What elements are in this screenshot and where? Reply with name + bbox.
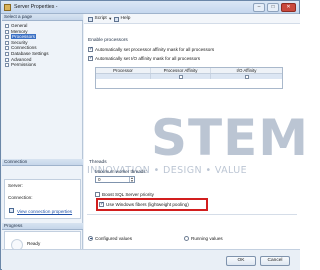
grid-header-io-affinity[interactable]: I/O Affinity (211, 68, 282, 73)
page-icon (5, 35, 9, 40)
title-bar[interactable]: Server Properties - – □ ✕ (1, 1, 299, 14)
boost-priority-label: Boost SQL Server priority (102, 191, 154, 197)
page-item-label: Memory (11, 28, 28, 34)
help-icon (114, 16, 119, 22)
max-worker-threads-stepper[interactable]: 0 ▲ ▼ (95, 176, 135, 183)
page-icon (5, 46, 9, 51)
separator (87, 214, 297, 215)
auto-io-mask-label: Automatically set I/O affinity mask for … (95, 55, 201, 61)
connection-panel: Server: Connection: View connection prop… (4, 179, 81, 219)
page-item-label: Database Settings (11, 50, 49, 56)
page-icon (5, 24, 9, 28)
processor-affinity-grid[interactable]: Processor Processor Affinity I/O Affinit… (95, 67, 283, 89)
page-icon (5, 51, 9, 56)
connection-properties-icon (9, 208, 14, 213)
enable-processors-label: Enable processors (88, 38, 128, 43)
running-values-radio[interactable] (184, 235, 189, 241)
table-row[interactable] (96, 74, 282, 79)
running-values-label: Running values (191, 235, 223, 241)
auto-io-mask-checkbox[interactable] (88, 55, 93, 61)
close-button[interactable]: ✕ (281, 3, 296, 12)
script-button[interactable]: Script ▼ (88, 16, 112, 22)
minimize-button[interactable]: – (253, 3, 265, 12)
toolbar: Script ▼ Help (84, 14, 300, 24)
cancel-button[interactable]: Cancel (260, 256, 290, 266)
main-pane: Script ▼ Help Enable processors Automati… (84, 14, 300, 270)
page-icon (5, 63, 9, 68)
grid-cell-processor (96, 74, 151, 79)
dialog-footer: OK Cancel (2, 249, 300, 270)
page-icon (5, 29, 9, 34)
page-item-label: Connections (11, 45, 37, 51)
select-page-header: Select a page (2, 14, 83, 21)
auto-processor-mask-label: Automatically set processor affinity mas… (95, 46, 215, 52)
page-icon (5, 57, 9, 62)
server-label: Server: (8, 183, 23, 188)
processor-affinity-checkbox[interactable] (178, 74, 183, 79)
auto-processor-mask-option[interactable]: Automatically set processor affinity mas… (88, 46, 214, 52)
page-item-label: Security (11, 39, 28, 45)
script-icon (88, 16, 93, 22)
page-icon (5, 40, 9, 45)
configured-values-option[interactable]: Configured values (88, 235, 132, 241)
grid-header-processor-affinity[interactable]: Processor Affinity (151, 68, 211, 73)
page-item-permissions[interactable]: Permissions (4, 62, 82, 68)
configured-values-radio[interactable] (88, 235, 93, 241)
connection-header: Connection (2, 159, 83, 166)
max-worker-threads-value: 0 (98, 177, 101, 182)
help-button[interactable]: Help (114, 16, 130, 22)
page-item-label: Permissions (11, 62, 37, 68)
page-item-label: Advanced (11, 56, 32, 62)
spin-arrows-icon[interactable]: ▲ ▼ (129, 177, 134, 182)
highlight-box (96, 198, 208, 211)
io-affinity-checkbox[interactable] (244, 74, 249, 79)
view-connection-properties-link[interactable]: View connection properties (17, 209, 72, 214)
grid-cell-io-affinity (211, 74, 282, 79)
auto-processor-mask-checkbox[interactable] (88, 46, 93, 52)
page-list: General Memory Processors Security Conne… (4, 23, 82, 68)
server-properties-window: Server Properties - – □ ✕ Select a page … (0, 0, 308, 270)
page-item-label: Processors (11, 34, 36, 40)
chevron-down-icon: ▼ (108, 16, 113, 21)
boost-priority-checkbox[interactable] (95, 191, 100, 197)
progress-header: Progress (2, 223, 83, 230)
boost-priority-option[interactable]: Boost SQL Server priority (95, 191, 154, 197)
running-values-option[interactable]: Running values (184, 235, 223, 241)
help-label: Help (120, 16, 131, 21)
page-item-label: General (11, 23, 28, 28)
auto-io-mask-option[interactable]: Automatically set I/O affinity mask for … (88, 55, 200, 61)
server-icon (4, 4, 11, 11)
window-title: Server Properties - (14, 4, 58, 10)
ok-button[interactable]: OK (226, 256, 256, 266)
grid-cell-processor-affinity (151, 74, 211, 79)
connection-label: Connection: (8, 195, 33, 200)
maximize-button[interactable]: □ (267, 3, 279, 12)
grid-header-processor[interactable]: Processor (96, 68, 151, 73)
configured-values-label: Configured values (95, 235, 133, 241)
progress-status: Ready (27, 241, 41, 246)
script-label: Script (94, 16, 107, 21)
max-worker-threads-label: Maximum worker threads: (95, 169, 147, 174)
left-pane: Select a page General Memory Processors … (2, 14, 83, 270)
threads-label: Threads (89, 160, 107, 165)
